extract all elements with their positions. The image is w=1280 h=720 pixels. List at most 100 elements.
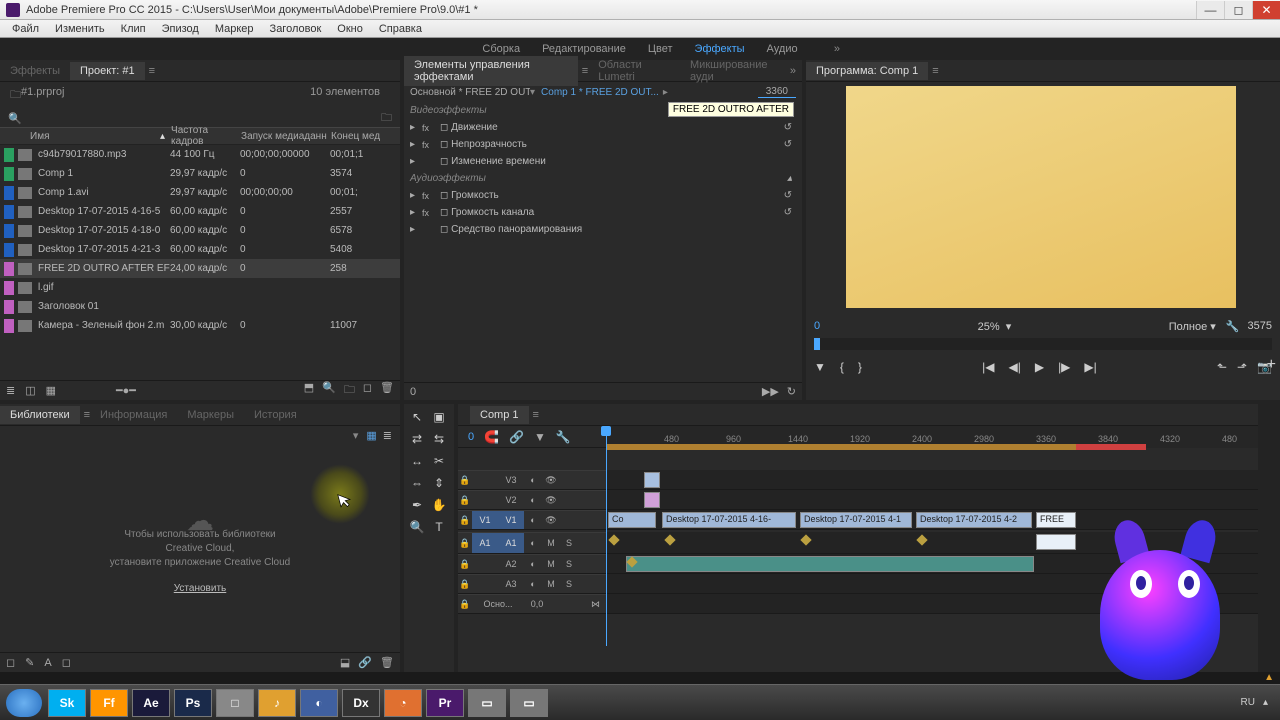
effect-section[interactable]: Аудиоэффекты▴ <box>404 170 802 187</box>
effect-controls-tab[interactable]: Элементы управления эффектами <box>404 56 578 86</box>
program-video-output[interactable] <box>846 86 1236 308</box>
clip-desktop-2[interactable]: Desktop 17-07-2015 4-1 <box>800 512 912 528</box>
project-item[interactable]: Comp 1.avi29,97 кадр/с00;00;00;0000;01; <box>0 183 400 202</box>
list-view-icon[interactable]: ≣ <box>6 384 15 397</box>
workspace-Цвет[interactable]: Цвет <box>648 43 673 55</box>
menu-Клип[interactable]: Клип <box>113 22 154 36</box>
workspace-Редактирование[interactable]: Редактирование <box>542 43 626 55</box>
menu-Справка[interactable]: Справка <box>371 22 430 36</box>
folder-icon[interactable]: 🗀 <box>381 109 392 128</box>
workspace-Сборка[interactable]: Сборка <box>482 43 520 55</box>
trash-icon[interactable]: 🗑 <box>380 656 394 669</box>
go-to-out-icon[interactable]: ▶| <box>1084 360 1096 374</box>
clip-music[interactable] <box>626 556 1034 572</box>
track-v2[interactable] <box>606 490 1258 510</box>
language-indicator[interactable]: RU <box>1241 697 1255 708</box>
clip-comp1[interactable]: Co <box>608 512 656 528</box>
timeline-timecode[interactable]: 0 <box>468 431 474 443</box>
rolling-edit-tool-icon[interactable]: ⇆ <box>430 430 448 448</box>
hand-tool-icon[interactable]: ✋ <box>430 496 448 514</box>
pen-tool-icon[interactable]: ✒ <box>408 496 426 514</box>
new-item-icon[interactable]: ◻ <box>363 381 372 400</box>
rate-stretch-tool-icon[interactable]: ↔ <box>408 452 426 470</box>
workspace-Аудио[interactable]: Аудио <box>767 43 798 55</box>
button-editor-icon[interactable]: + <box>1267 356 1276 374</box>
go-to-in-icon[interactable]: |◀ <box>982 360 994 374</box>
freeform-view-icon[interactable]: ▦ <box>46 384 56 397</box>
sequence-clip-name[interactable]: Comp 1 * FREE 2D OUT... <box>541 87 659 98</box>
taskbar-app[interactable]: ▭ <box>510 689 548 717</box>
project-item[interactable]: Заголовок 01 <box>0 297 400 316</box>
clip-a1-outro[interactable] <box>1036 534 1076 550</box>
taskbar-app[interactable]: ♪ <box>258 689 296 717</box>
effect-timecode[interactable]: 3360 <box>758 86 796 98</box>
window-minimize-button[interactable]: — <box>1196 1 1224 19</box>
taskbar-app[interactable]: ◐ <box>300 689 338 717</box>
project-item[interactable]: FREE 2D OUTRO AFTER EFF24,00 кадр/с0258 <box>0 259 400 278</box>
overflow-icon[interactable]: » <box>790 65 796 77</box>
project-item[interactable]: c94b79017880.mp344 100 Гц00;00;00;000000… <box>0 145 400 164</box>
effect-row[interactable]: ▸fx◻ Непрозрачность↺ <box>404 136 802 153</box>
program-scrubber[interactable] <box>814 338 1272 350</box>
master-clip-name[interactable]: Основной * FREE 2D OUTR... <box>410 87 530 98</box>
play-icon[interactable]: ▶▶ <box>762 385 779 398</box>
menu-Окно[interactable]: Окно <box>329 22 371 36</box>
menu-Эпизод[interactable]: Эпизод <box>154 22 207 36</box>
snap-icon[interactable]: 🧲 <box>484 430 499 444</box>
menu-Файл[interactable]: Файл <box>4 22 47 36</box>
taskbar-app[interactable]: Ff <box>90 689 128 717</box>
clip-desktop-1[interactable]: Desktop 17-07-2015 4-16- <box>662 512 796 528</box>
project-tab[interactable]: Проект: #1 <box>70 62 145 80</box>
lib-tab-3[interactable]: История <box>244 406 307 424</box>
menu-Изменить[interactable]: Изменить <box>47 22 113 36</box>
selection-tool-icon[interactable]: ↖ <box>408 408 426 426</box>
type-tool-icon[interactable]: T <box>430 518 448 536</box>
effect-row[interactable]: ▸fx◻ Громкость↺ <box>404 187 802 204</box>
automate-sequence-icon[interactable]: ⬒ <box>304 381 314 400</box>
window-close-button[interactable]: ✕ <box>1252 1 1280 19</box>
taskbar-app[interactable]: □ <box>216 689 254 717</box>
step-back-icon[interactable]: ◀| <box>1008 360 1020 374</box>
grid-view-icon[interactable]: ▦ <box>366 429 376 442</box>
icon-view-icon[interactable]: ◫ <box>25 384 35 397</box>
clip-desktop-3[interactable]: Desktop 17-07-2015 4-2 <box>916 512 1032 528</box>
track-v3[interactable] <box>606 470 1258 490</box>
warning-icon[interactable]: ▲ <box>1264 672 1274 683</box>
play-icon[interactable]: ▶ <box>1035 360 1044 374</box>
taskbar-app[interactable]: ▭ <box>468 689 506 717</box>
track-select-tool-icon[interactable]: ▣ <box>430 408 448 426</box>
timeline-playhead[interactable] <box>606 426 607 646</box>
zoom-level[interactable]: 25% <box>978 321 1000 333</box>
clip-free-outro[interactable]: FREE <box>1036 512 1076 528</box>
playback-quality[interactable]: Полное <box>1169 321 1208 333</box>
program-playhead[interactable] <box>814 338 820 350</box>
lib-tab-2[interactable]: Маркеры <box>177 406 244 424</box>
lift-icon[interactable]: ⬑ <box>1217 360 1227 374</box>
lib-tab-1[interactable]: Информация <box>90 406 177 424</box>
zoom-tool-icon[interactable]: 🔍 <box>408 518 426 536</box>
taskbar-app[interactable]: ◔ <box>384 689 422 717</box>
project-item[interactable]: Desktop 17-07-2015 4-18-060,00 кадр/с065… <box>0 221 400 240</box>
start-button[interactable] <box>6 689 42 717</box>
razor-tool-icon[interactable]: ✂ <box>430 452 448 470</box>
project-item[interactable]: Камера - Зеленый фон 2.m30,00 кадр/с0110… <box>0 316 400 335</box>
program-tab[interactable]: Программа: Comp 1 <box>806 62 928 80</box>
slip-tool-icon[interactable]: ⇔ <box>408 474 426 492</box>
taskbar-app[interactable]: Ps <box>174 689 212 717</box>
taskbar-app[interactable]: Ae <box>132 689 170 717</box>
ripple-edit-tool-icon[interactable]: ⇄ <box>408 430 426 448</box>
trash-icon[interactable]: 🗑 <box>380 381 394 400</box>
add-marker-icon[interactable]: ▼ <box>534 430 546 444</box>
project-item[interactable]: Desktop 17-07-2015 4-16-560,00 кадр/с025… <box>0 202 400 221</box>
taskbar-app[interactable]: Sk <box>48 689 86 717</box>
clip-v2[interactable] <box>644 492 660 508</box>
step-forward-icon[interactable]: |▶ <box>1058 360 1070 374</box>
effects-presets-tab[interactable]: Эффекты <box>0 62 70 80</box>
project-item[interactable]: l.gif <box>0 278 400 297</box>
effect-row[interactable]: ▸◻ Средство панорамирования <box>404 221 802 238</box>
lib-tab-0[interactable]: Библиотеки <box>0 406 80 424</box>
tray-arrow-icon[interactable]: ▴ <box>1263 697 1268 708</box>
search-icon[interactable]: 🔍 <box>8 112 22 125</box>
program-timecode[interactable]: 0 <box>814 320 820 332</box>
settings-icon[interactable]: 🔧 <box>556 430 571 444</box>
